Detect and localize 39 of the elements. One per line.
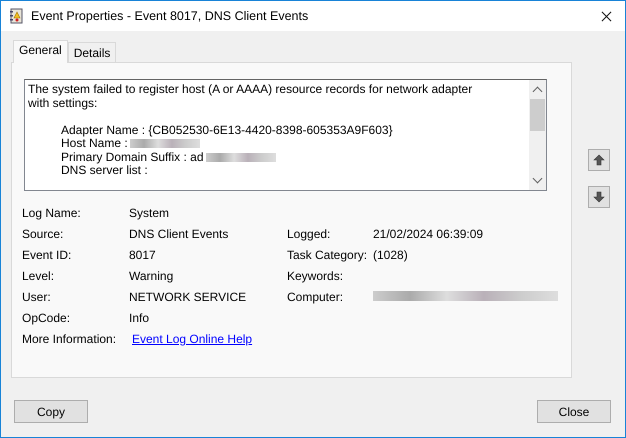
message-line: Adapter Name : {CB052530-6E13-4420-8398-605353A9F603} [60, 124, 394, 137]
tab[interactable]: General [13, 40, 68, 63]
field-label: Level: [22, 269, 56, 283]
field-label: Logged: [287, 227, 332, 241]
field-value: (1028) [373, 248, 409, 262]
message-line: The system failed to register host (A or AAAA) resource records for network adapter [28, 83, 474, 96]
message-line: Primary Domain Suffix : ad [61, 150, 204, 164]
message-line: DNS server list : [60, 164, 149, 178]
help-link[interactable]: Event Log Online Help [132, 332, 252, 346]
field-value: Info [129, 311, 150, 325]
arrow-down-icon[interactable] [593, 191, 605, 203]
arrow-up-icon[interactable] [593, 154, 605, 166]
next-button[interactable] [588, 186, 610, 208]
field-value: 21/02/2024 06:39:09 [373, 227, 484, 241]
close-button[interactable]: Close [537, 400, 611, 423]
scrollbar[interactable] [529, 80, 546, 190]
field-value: NETWORK SERVICE [129, 290, 248, 304]
field-label: Computer: [287, 290, 344, 304]
close-icon[interactable] [601, 10, 612, 22]
field-label: More Information: [22, 332, 118, 346]
field-value: System [129, 206, 170, 220]
field-label: Task Category: [287, 248, 368, 262]
field-label: Keywords: [287, 269, 344, 283]
field-value: DNS Client Events [129, 227, 230, 241]
field-label: Event ID: [22, 248, 72, 262]
field-value: Warning [129, 269, 174, 283]
field-label: Log Name: [22, 206, 82, 220]
copy-button[interactable]: Copy [14, 400, 88, 423]
scroll-thumb[interactable] [530, 99, 545, 131]
message-line: with settings: [28, 96, 98, 110]
field-label: Source: [22, 227, 64, 241]
field-label: User: [22, 290, 52, 304]
notebook-icon [8, 8, 24, 24]
message-line: Host Name : [61, 137, 128, 150]
window-title: Event Properties - Event 8017, DNS Client Events [31, 9, 310, 23]
field-label: OpCode: [22, 311, 72, 325]
field-value: 8017 [129, 248, 157, 262]
tab[interactable]: Details [68, 42, 116, 62]
previous-button[interactable] [588, 149, 610, 171]
